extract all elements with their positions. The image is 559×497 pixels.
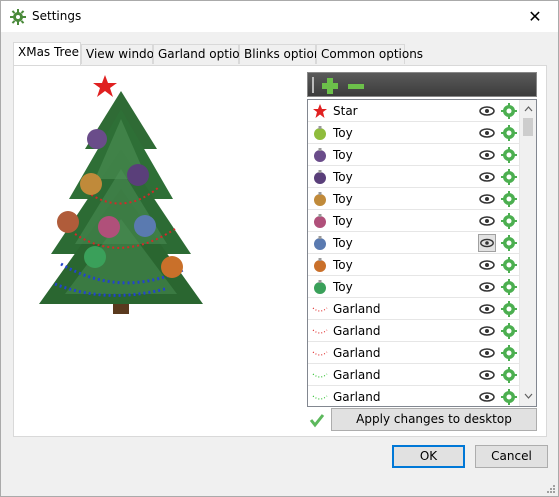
- tab-label: Common options: [321, 47, 424, 61]
- list-item-label: Garland: [333, 346, 381, 360]
- garland-icon: [312, 307, 328, 312]
- window-title: Settings: [32, 9, 82, 23]
- list-item-label: Garland: [333, 390, 381, 404]
- garland-icon: [312, 395, 328, 400]
- list-item-label: Star: [333, 104, 358, 118]
- scroll-up-icon[interactable]: [524, 105, 533, 113]
- list-item-label: Garland: [333, 324, 381, 338]
- add-item-button[interactable]: [320, 76, 340, 96]
- tab-xmas-tree[interactable]: XMas Tree: [13, 42, 81, 65]
- toy-ball-icon: [314, 148, 326, 162]
- eye-icon[interactable]: [478, 124, 496, 142]
- gear-icon[interactable]: [500, 124, 518, 142]
- gear-icon[interactable]: [500, 256, 518, 274]
- apply-changes-button[interactable]: Apply changes to desktop: [331, 408, 537, 431]
- list-item-label: Garland: [333, 302, 381, 316]
- star-icon: [313, 104, 327, 118]
- gear-icon[interactable]: [500, 190, 518, 208]
- gear-icon[interactable]: [500, 234, 518, 252]
- list-item-label: Toy: [333, 258, 353, 272]
- toy-ball-icon: [314, 170, 326, 184]
- list-scrollbar[interactable]: [519, 100, 536, 406]
- list-item-toy[interactable]: Toy: [308, 254, 520, 276]
- eye-icon[interactable]: [478, 168, 496, 186]
- tab-garland-options[interactable]: Garland options: [153, 44, 254, 64]
- toolbar-grip: [312, 77, 314, 93]
- tab-label: XMas Tree: [18, 45, 79, 59]
- toy-ball-icon: [314, 258, 326, 272]
- list-item-label: Toy: [333, 170, 353, 184]
- eye-icon[interactable]: [478, 190, 496, 208]
- gear-icon[interactable]: [500, 344, 518, 362]
- scroll-down-icon[interactable]: [524, 392, 533, 400]
- garland-icon: [312, 373, 328, 378]
- garland-icon: [312, 329, 328, 334]
- xmas-tree-preview: [39, 75, 203, 314]
- gear-icon[interactable]: [500, 388, 518, 406]
- toy-ball-icon: [314, 192, 326, 206]
- garland-icon: [312, 351, 328, 356]
- list-item-toy[interactable]: Toy: [308, 122, 520, 144]
- eye-icon[interactable]: [478, 300, 496, 318]
- list-item-garland[interactable]: Garland: [308, 342, 520, 364]
- toy-ball-icon: [314, 236, 326, 250]
- tab-common-options[interactable]: Common options: [316, 44, 423, 64]
- toy-ball-icon: [314, 126, 326, 140]
- settings-window: Settings ✕ XMas Tree View window Garland…: [0, 0, 559, 497]
- list-item-label: Toy: [333, 236, 353, 250]
- gear-icon[interactable]: [500, 146, 518, 164]
- checkmark-icon: [309, 414, 325, 428]
- tab-blinks-options[interactable]: Blinks options: [239, 44, 328, 64]
- list-item-label: Toy: [333, 148, 353, 162]
- eye-icon[interactable]: [478, 212, 496, 230]
- close-icon: ✕: [528, 7, 542, 26]
- scrollbar-thumb[interactable]: [523, 118, 533, 136]
- remove-item-button[interactable]: [346, 76, 366, 96]
- list-item-label: Toy: [333, 192, 353, 206]
- list-item-toy[interactable]: Toy: [308, 210, 520, 232]
- close-button[interactable]: ✕: [512, 1, 558, 32]
- eye-icon[interactable]: [478, 102, 496, 120]
- gear-icon[interactable]: [500, 278, 518, 296]
- list-item-toy[interactable]: Toy: [308, 188, 520, 210]
- tab-view-window[interactable]: View window: [81, 44, 164, 64]
- resize-grip-icon[interactable]: [545, 483, 555, 493]
- list-item-star[interactable]: Star: [308, 100, 520, 122]
- gear-icon[interactable]: [500, 300, 518, 318]
- tree-star: [93, 75, 117, 97]
- list-item-garland[interactable]: Garland: [308, 298, 520, 320]
- ok-button[interactable]: OK: [392, 445, 465, 468]
- list-item-label: Toy: [333, 126, 353, 140]
- gear-icon[interactable]: [500, 102, 518, 120]
- eye-icon[interactable]: [478, 278, 496, 296]
- eye-icon[interactable]: [478, 234, 496, 252]
- eye-icon[interactable]: [478, 344, 496, 362]
- list-item-garland[interactable]: Garland: [308, 320, 520, 342]
- gear-app-icon: [10, 9, 26, 25]
- list-item-label: Toy: [333, 214, 353, 228]
- list-item-label: Garland: [333, 368, 381, 382]
- list-item-garland[interactable]: Garland: [308, 386, 520, 406]
- items-list: Star Toy Toy Toy Toy Toy Toy Toy Toy Gar…: [307, 99, 537, 407]
- list-item-label: Toy: [333, 280, 353, 294]
- toy-ball-icon: [314, 214, 326, 228]
- gear-icon[interactable]: [500, 366, 518, 384]
- eye-icon[interactable]: [478, 366, 496, 384]
- list-item-toy[interactable]: Toy: [308, 276, 520, 298]
- title-bar: Settings ✕: [1, 1, 558, 32]
- eye-icon[interactable]: [478, 146, 496, 164]
- eye-icon[interactable]: [478, 256, 496, 274]
- list-item-toy[interactable]: Toy: [308, 166, 520, 188]
- list-item-garland[interactable]: Garland: [308, 364, 520, 386]
- eye-icon[interactable]: [478, 388, 496, 406]
- list-item-toy[interactable]: Toy: [308, 144, 520, 166]
- gear-icon[interactable]: [500, 212, 518, 230]
- gear-icon[interactable]: [500, 322, 518, 340]
- gear-icon[interactable]: [500, 168, 518, 186]
- cancel-button[interactable]: Cancel: [475, 445, 548, 468]
- eye-icon[interactable]: [478, 322, 496, 340]
- toy-ball-icon: [314, 280, 326, 294]
- list-item-toy[interactable]: Toy: [308, 232, 520, 254]
- list-toolbar: [307, 72, 537, 97]
